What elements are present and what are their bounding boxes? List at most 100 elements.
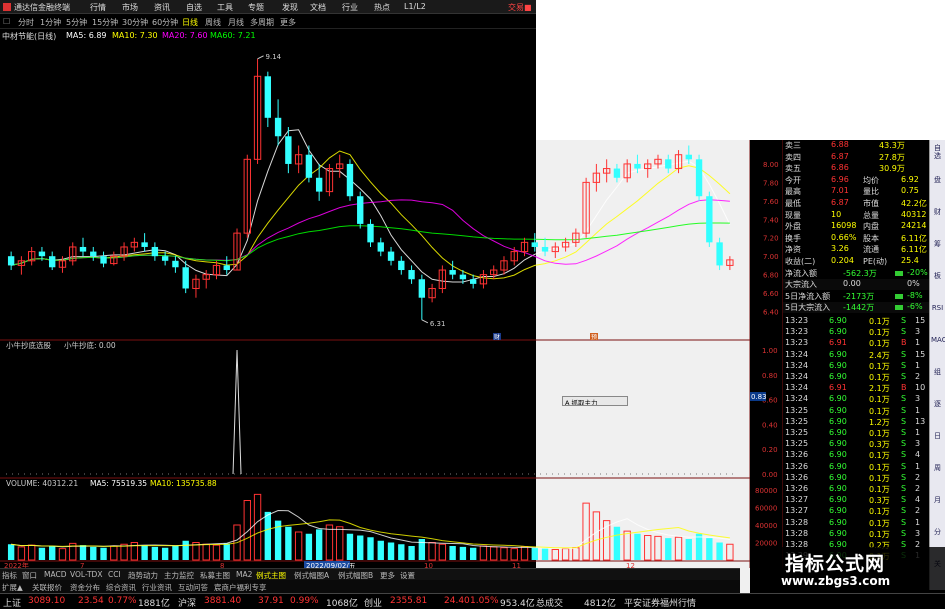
- nav-item[interactable]: 扩展▲: [2, 582, 23, 593]
- quote-volume: 27.8万: [879, 152, 905, 162]
- nav-item[interactable]: 宸商户福利专享: [214, 582, 267, 593]
- side-tab[interactable]: 分: [931, 528, 944, 536]
- volume-bar: [141, 545, 148, 560]
- nav-item[interactable]: 综合资讯: [106, 582, 136, 593]
- bottom-tab[interactable]: 更多: [380, 570, 395, 580]
- side-tab[interactable]: 逐: [931, 400, 944, 408]
- bottom-tab[interactable]: 指标: [2, 570, 17, 580]
- quote-value: -2173万: [843, 291, 875, 301]
- nav-item[interactable]: 资金分布: [70, 582, 100, 593]
- side-tab[interactable]: 筹: [931, 240, 944, 248]
- quote-row: 今开 6.96 均价 6.92: [783, 175, 929, 186]
- nav-item[interactable]: 行业资讯: [142, 582, 172, 593]
- side-tab[interactable]: MAC: [931, 336, 945, 344]
- volume-bar: [531, 547, 538, 560]
- finance-mark: 财: [494, 333, 500, 341]
- tick-volume: 0.1万: [869, 339, 890, 349]
- bottom-tab[interactable]: 主力监控: [164, 570, 194, 580]
- tick-price: 6.90: [829, 360, 847, 370]
- volume-bar: [695, 533, 703, 560]
- tick-time: 13:23: [785, 338, 809, 348]
- bottom-tab[interactable]: 趋势动力: [128, 570, 158, 580]
- quote-label: PE(动): [863, 257, 888, 266]
- tick-side: S: [901, 428, 907, 437]
- bottom-tab[interactable]: MA2: [236, 570, 252, 579]
- watermark: 指标公式网 www.zbgs3.com: [773, 547, 945, 591]
- side-tab[interactable]: RSI: [931, 304, 944, 312]
- side-tab[interactable]: 财: [931, 208, 944, 216]
- bottom-tab[interactable]: 例式幅图A: [294, 570, 329, 580]
- tick-count: 1: [915, 517, 921, 527]
- tick-row: 13:23 6.90 0.1万 S 3: [783, 327, 929, 338]
- volume-bar: [161, 547, 169, 560]
- volume-bar: [706, 538, 713, 560]
- bottom-tab[interactable]: 例式幅图B: [338, 570, 373, 580]
- candle-body: [100, 256, 107, 264]
- tick-count: 4: [915, 495, 921, 505]
- volume-bar: [520, 546, 529, 561]
- indicator-tick-label: 0.00: [762, 471, 778, 479]
- tick-row: 13:28 6.90 0.1万 S 1: [783, 518, 929, 529]
- side-tab[interactable]: 盘: [931, 176, 944, 184]
- tick-price: 6.90: [829, 484, 847, 493]
- volume-tick-label: 40000: [755, 522, 777, 530]
- tick-side: B: [901, 338, 907, 348]
- volume-bar: [151, 546, 159, 560]
- volume-tick-label: 60000: [755, 505, 777, 513]
- tick-price: 6.90: [829, 394, 847, 404]
- volume-bar: [561, 548, 570, 561]
- side-tab[interactable]: 板: [931, 272, 944, 280]
- quote-row: 最低 6.87 市值 42.2亿: [783, 198, 929, 209]
- quote-row: 卖四 6.87 27.8万: [783, 152, 929, 163]
- candle-body: [264, 76, 272, 118]
- quote-value: 3.26: [831, 244, 849, 254]
- status-item: 3089.10: [28, 596, 66, 606]
- nav-item[interactable]: 互动问答: [178, 582, 208, 593]
- side-tab[interactable]: 月: [931, 496, 944, 504]
- tick-volume: 0.1万: [869, 462, 890, 472]
- side-tab[interactable]: 组: [931, 368, 944, 376]
- tick-volume: 0.1万: [869, 429, 890, 438]
- candle-body: [613, 168, 621, 178]
- bottom-tab-active[interactable]: 例式主图: [256, 570, 286, 580]
- nav-item[interactable]: 关联报价: [32, 582, 62, 593]
- side-tab[interactable]: 周: [931, 464, 944, 472]
- bottom-tab[interactable]: 设置: [400, 570, 415, 580]
- bottom-tab[interactable]: VOL-TDX: [70, 570, 102, 579]
- quote-label: 量比: [863, 187, 879, 197]
- volume-bar: [613, 526, 621, 560]
- bottom-tab[interactable]: 私募主图: [200, 570, 230, 580]
- tick-side: S: [901, 450, 907, 460]
- watermark-url: www.zbgs3.com: [781, 574, 891, 588]
- side-tab[interactable]: 日: [931, 432, 944, 440]
- candle-body: [305, 154, 313, 178]
- tick-time: 13:27: [785, 506, 809, 516]
- grab-main-force-button[interactable]: A 抓取主力: [562, 396, 628, 406]
- tick-count: 3: [915, 394, 921, 404]
- status-item: 0.99%: [290, 596, 319, 606]
- bottom-tab[interactable]: MACD: [44, 570, 66, 579]
- tick-row: 13:26 6.90 0.1万 S 2: [783, 473, 929, 484]
- candle-body: [449, 270, 456, 275]
- quote-label: 净流入额: [785, 268, 817, 278]
- tick-row: 13:25 6.90 0.3万 S 3: [783, 439, 929, 450]
- quote-value: 6.87: [831, 151, 849, 161]
- bottom-tab[interactable]: 窗口: [22, 570, 37, 580]
- volume-bar: [398, 544, 405, 560]
- watermark-title: 指标公式网: [785, 553, 886, 575]
- tick-volume: 0.1万: [869, 328, 890, 338]
- quote-label: 市值: [863, 199, 879, 208]
- quote-row: 换手 0.66% 股本 6.11亿: [783, 233, 929, 244]
- info-nav-bar: 扩展▲ 关联报价 资金分布 综合资讯 行业资讯 互动问答 宸商户福利专享: [0, 580, 740, 593]
- tick-row: 13:25 6.90 1.2万 S 13: [783, 417, 929, 428]
- tick-side: S: [901, 360, 907, 370]
- volume-bar: [541, 548, 549, 560]
- candle-body: [223, 265, 230, 271]
- tick-side: S: [901, 461, 907, 471]
- tick-volume: 1.2万: [869, 417, 890, 427]
- tick-volume: 0.3万: [869, 496, 890, 506]
- side-tab[interactable]: 自选: [931, 144, 944, 160]
- bottom-tab[interactable]: CCI: [108, 570, 121, 579]
- volume-bar: [100, 547, 107, 560]
- tick-count: 2: [915, 506, 921, 516]
